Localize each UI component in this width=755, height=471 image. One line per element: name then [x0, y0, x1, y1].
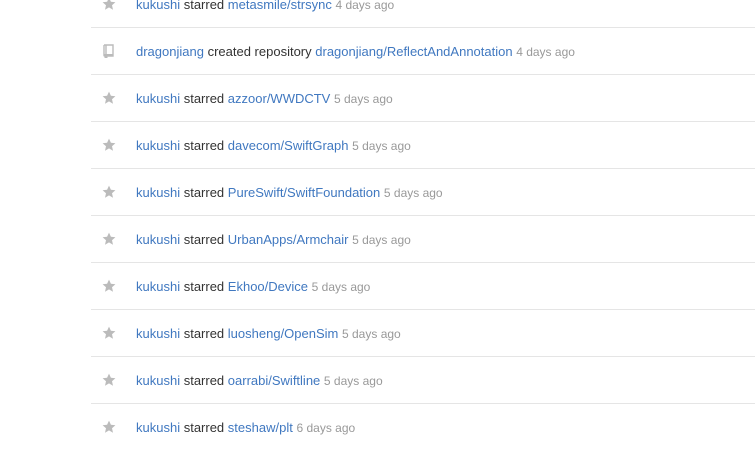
feed-item-action: starred [183, 279, 225, 294]
star-icon [101, 325, 117, 341]
feed-item-text: kukushi starred metasmile/strsync 4 days… [136, 0, 394, 13]
feed-item-time: 5 days ago [311, 280, 371, 294]
feed-item-time: 5 days ago [342, 327, 401, 341]
feed-item-text: kukushi starred davecom/SwiftGraph 5 day… [136, 138, 411, 154]
feed-item-action: starred [183, 138, 225, 153]
feed-item-text: kukushi starred luosheng/OpenSim 5 days … [136, 326, 401, 342]
feed-item-action: starred [183, 326, 225, 341]
feed-item-repo-link[interactable]: davecom/SwiftGraph [228, 138, 349, 153]
feed-item-user-link[interactable]: kukushi [136, 91, 180, 106]
feed-item: kukushi starred azzoor/WWDCTV 5 days ago [91, 75, 755, 122]
feed-item-time: 5 days ago [352, 139, 411, 153]
star-icon [101, 231, 117, 247]
feed-item-time: 6 days ago [296, 421, 356, 435]
feed-item-text: kukushi starred Ekhoo/Device 5 days ago [136, 279, 370, 295]
feed-item-repo-link[interactable]: PureSwift/SwiftFoundation [228, 185, 380, 200]
feed-item-repo-link[interactable]: steshaw/plt [228, 420, 293, 435]
feed-item-user-link[interactable]: dragonjiang [136, 44, 204, 59]
feed-item-user-link[interactable]: kukushi [136, 138, 180, 153]
feed-item-action: starred [183, 185, 225, 200]
feed-item-text: kukushi starred steshaw/plt 6 days ago [136, 420, 355, 436]
star-icon [101, 184, 117, 200]
star-icon [101, 90, 117, 106]
feed-item-text: kukushi starred UrbanApps/Armchair 5 day… [136, 232, 411, 248]
star-icon [101, 0, 117, 12]
star-icon [101, 278, 117, 294]
feed-item-repo-link[interactable]: Ekhoo/Device [228, 279, 308, 294]
feed-item-time: 5 days ago [333, 92, 393, 106]
feed-item-repo-link[interactable]: luosheng/OpenSim [228, 326, 339, 341]
feed-item: kukushi starred PureSwift/SwiftFoundatio… [91, 169, 755, 216]
star-icon [101, 372, 117, 388]
feed-item-text: dragonjiang created repository dragonjia… [136, 44, 575, 60]
feed-item-action: starred [183, 0, 225, 12]
feed-item-repo-link[interactable]: azzoor/WWDCTV [228, 91, 331, 106]
feed-item: kukushi starred oarrabi/Swiftline 5 days… [91, 357, 755, 404]
repo-icon [101, 43, 117, 59]
news-feed: kukushi starred metasmile/strsync 4 days… [91, 0, 755, 450]
feed-item-repo-link[interactable]: dragonjiang/ReflectAndAnnotation [315, 44, 512, 59]
feed-item-user-link[interactable]: kukushi [136, 279, 180, 294]
feed-item-text: kukushi starred PureSwift/SwiftFoundatio… [136, 185, 443, 201]
feed-item-time: 5 days ago [323, 374, 383, 388]
feed-item-time: 4 days ago [516, 45, 575, 59]
feed-item-action: starred [183, 373, 225, 388]
feed-item: kukushi starred metasmile/strsync 4 days… [91, 0, 755, 28]
feed-item-user-link[interactable]: kukushi [136, 185, 180, 200]
feed-item-repo-link[interactable]: oarrabi/Swiftline [228, 373, 321, 388]
feed-item: kukushi starred davecom/SwiftGraph 5 day… [91, 122, 755, 169]
feed-item-user-link[interactable]: kukushi [136, 373, 180, 388]
star-icon [101, 419, 117, 435]
feed-item-action: starred [183, 91, 225, 106]
feed-item-time: 5 days ago [383, 186, 443, 200]
feed-item-user-link[interactable]: kukushi [136, 326, 180, 341]
feed-item: kukushi starred Ekhoo/Device 5 days ago [91, 263, 755, 310]
star-icon [101, 137, 117, 153]
feed-item: kukushi starred luosheng/OpenSim 5 days … [91, 310, 755, 357]
feed-item-action: starred [183, 232, 225, 247]
feed-item: dragonjiang created repository dragonjia… [91, 28, 755, 75]
feed-item-user-link[interactable]: kukushi [136, 232, 180, 247]
feed-item: kukushi starred UrbanApps/Armchair 5 day… [91, 216, 755, 263]
feed-item-user-link[interactable]: kukushi [136, 0, 180, 12]
feed-item-action: created repository [207, 44, 312, 59]
feed-item-repo-link[interactable]: UrbanApps/Armchair [228, 232, 349, 247]
feed-item-time: 5 days ago [352, 233, 411, 247]
feed-item-text: kukushi starred oarrabi/Swiftline 5 days… [136, 373, 383, 389]
feed-item-text: kukushi starred azzoor/WWDCTV 5 days ago [136, 91, 393, 107]
feed-item-time: 4 days ago [335, 0, 395, 12]
feed-item: kukushi starred steshaw/plt 6 days ago [91, 404, 755, 450]
feed-item-action: starred [183, 420, 225, 435]
feed-item-user-link[interactable]: kukushi [136, 420, 180, 435]
feed-item-repo-link[interactable]: metasmile/strsync [228, 0, 332, 12]
